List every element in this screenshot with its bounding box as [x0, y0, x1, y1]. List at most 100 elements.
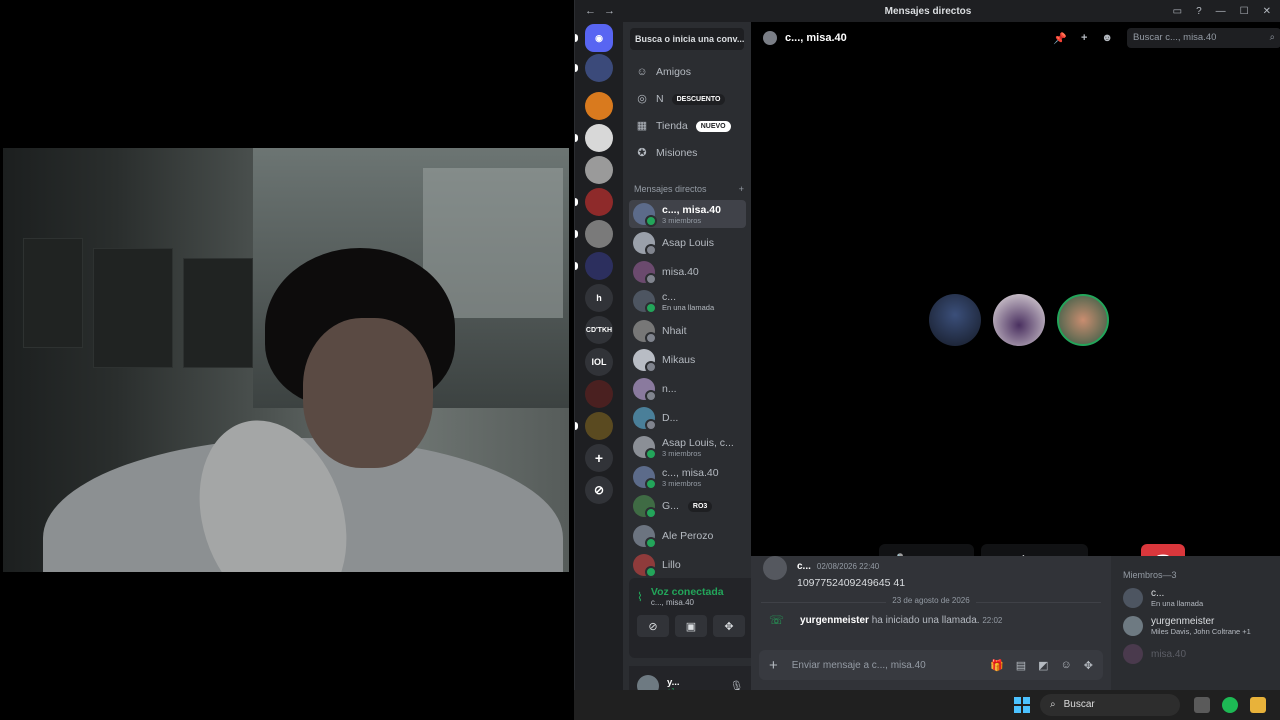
- discover-icon[interactable]: ⊘: [585, 476, 613, 504]
- add-server-icon[interactable]: +: [585, 444, 613, 472]
- message-input[interactable]: + Enviar mensaje a c..., misa.40 🎁 ▤ ◩ ☺…: [759, 650, 1103, 680]
- gif-icon[interactable]: ▤: [1016, 659, 1026, 672]
- avatar: [633, 349, 657, 373]
- dm-item[interactable]: Asap Louis, c... 3 miembros: [629, 433, 746, 461]
- server-icon[interactable]: [585, 156, 613, 184]
- screen-share-button[interactable]: ▣: [675, 615, 707, 637]
- home-discord-icon[interactable]: ◉: [575, 24, 613, 52]
- taskbar-search[interactable]: ⌕ Buscar: [1040, 694, 1180, 716]
- dm-item[interactable]: Mikaus: [629, 346, 746, 374]
- member-name: yurgenmeister: [1151, 616, 1215, 627]
- dm-subtitle: En una llamada: [662, 302, 715, 312]
- server-icon[interactable]: [575, 54, 613, 82]
- pin-icon[interactable]: 📌: [1053, 32, 1067, 45]
- dm-item[interactable]: Nhait: [629, 317, 746, 345]
- dm-item[interactable]: D...: [629, 404, 746, 432]
- dm-item[interactable]: c... En una llamada: [629, 287, 746, 315]
- dm-section-header: Mensajes directos +: [634, 184, 744, 194]
- member-item[interactable]: c... En una llamada: [1123, 588, 1269, 608]
- participant-avatar[interactable]: [993, 294, 1045, 346]
- avatar: [633, 320, 657, 344]
- avatar: [1123, 644, 1143, 664]
- dm-item[interactable]: Lillo: [629, 551, 746, 579]
- avatar: [633, 495, 657, 519]
- date-separator: 23 de agosto de 2026: [761, 596, 1101, 605]
- avatar[interactable]: [763, 556, 787, 580]
- back-arrow-icon[interactable]: ←: [585, 5, 596, 17]
- file-explorer-icon[interactable]: [1250, 697, 1266, 713]
- main-area: c..., misa.40 📌 + ☻ Buscar c..., misa.40…: [751, 22, 1280, 690]
- maximize-button[interactable]: ☐: [1240, 6, 1249, 17]
- message-author[interactable]: c...: [797, 561, 811, 572]
- activities-button[interactable]: ✥: [713, 615, 745, 637]
- participant-avatar[interactable]: [929, 294, 981, 346]
- task-view-icon[interactable]: [1194, 697, 1210, 713]
- dm-item[interactable]: Ale Perozo: [629, 522, 746, 550]
- dm-item[interactable]: G... RO3: [629, 492, 746, 520]
- minimize-button[interactable]: —: [1216, 6, 1226, 17]
- camera-off-icon: ⊘: [648, 620, 658, 633]
- help-icon[interactable]: ?: [1196, 6, 1202, 17]
- shop-icon: ▦: [636, 120, 648, 132]
- server-icon[interactable]: [575, 252, 613, 280]
- chat-title: c..., misa.40: [785, 32, 847, 44]
- server-icon[interactable]: IOL: [585, 348, 613, 376]
- attach-icon[interactable]: +: [769, 657, 778, 674]
- webcam-video: [3, 148, 569, 572]
- nav-friends[interactable]: ☺ Amigos: [630, 60, 744, 84]
- server-icon[interactable]: [585, 92, 613, 120]
- tag-badge: RO3: [687, 500, 713, 512]
- gift-icon[interactable]: 🎁: [990, 659, 1004, 672]
- sticker-icon[interactable]: ◩: [1038, 659, 1048, 672]
- members-icon[interactable]: ☻: [1101, 32, 1113, 44]
- system-message: ☏ yurgenmeister ha iniciado una llamada.…: [769, 613, 1003, 627]
- emoji-icon[interactable]: ☺: [1061, 659, 1072, 672]
- dm-name: Mikaus: [662, 354, 696, 366]
- message-timestamp: 02/08/2026 22:40: [816, 562, 880, 571]
- avatar: [633, 378, 657, 402]
- participant-avatar[interactable]: [1057, 294, 1109, 346]
- dm-name: G...: [662, 500, 679, 512]
- dm-item[interactable]: c..., misa.40 3 miembros: [629, 463, 746, 491]
- nav-shop[interactable]: ▦ Tienda NUEVO: [630, 114, 744, 138]
- system-author[interactable]: yurgenmeister: [800, 615, 869, 626]
- apps-icon[interactable]: ✥: [1084, 659, 1093, 672]
- member-item[interactable]: misa.40: [1123, 644, 1269, 664]
- add-member-icon[interactable]: +: [1081, 32, 1087, 44]
- group-avatar: [763, 31, 777, 45]
- server-icon[interactable]: [575, 124, 613, 152]
- spotify-icon[interactable]: [1222, 697, 1238, 713]
- close-button[interactable]: ✕: [1263, 6, 1271, 17]
- member-item[interactable]: yurgenmeister Miles Davis, John Coltrane …: [1123, 616, 1269, 636]
- dm-item[interactable]: n...: [629, 375, 746, 403]
- member-list: Miembros—3 c... En una llamada yurgenmeist…: [1111, 556, 1280, 690]
- dm-item[interactable]: Asap Louis: [629, 229, 746, 257]
- server-icon[interactable]: h: [585, 284, 613, 312]
- start-button[interactable]: [1014, 697, 1030, 713]
- dm-name: D...: [662, 412, 679, 424]
- message: c... 02/08/2026 22:40 1097752409249645 41: [763, 556, 905, 589]
- voice-channel[interactable]: c..., misa.40: [651, 598, 724, 607]
- dm-name: Asap Louis, c...: [662, 436, 734, 449]
- server-icon[interactable]: [575, 220, 613, 248]
- create-dm-icon[interactable]: +: [739, 184, 744, 194]
- dm-name: Nhait: [662, 325, 687, 337]
- voice-status[interactable]: Voz conectada: [651, 586, 724, 598]
- server-icon[interactable]: [585, 380, 613, 408]
- member-name: misa.40: [1151, 648, 1187, 660]
- camera-button[interactable]: ⊘: [637, 615, 669, 637]
- forward-arrow-icon[interactable]: →: [604, 5, 615, 17]
- member-name: c...: [1151, 588, 1165, 599]
- nav-nitro[interactable]: ◎ N DESCUENTO: [630, 87, 744, 111]
- dm-item[interactable]: c..., misa.40 3 miembros: [629, 200, 746, 228]
- dm-item[interactable]: misa.40: [629, 258, 746, 286]
- conversation-search-button[interactable]: Busca o inicia una conv...: [630, 28, 744, 50]
- server-icon[interactable]: [575, 412, 613, 440]
- nav-quests[interactable]: ✪ Misiones: [630, 141, 744, 165]
- server-icon[interactable]: CD'TKH: [585, 316, 613, 344]
- avatar: [633, 466, 657, 490]
- chat-search-input[interactable]: Buscar c..., misa.40 ⌕: [1127, 28, 1280, 48]
- avatar: [1123, 616, 1143, 636]
- inbox-icon[interactable]: ▭: [1173, 6, 1182, 17]
- server-icon[interactable]: [575, 188, 613, 216]
